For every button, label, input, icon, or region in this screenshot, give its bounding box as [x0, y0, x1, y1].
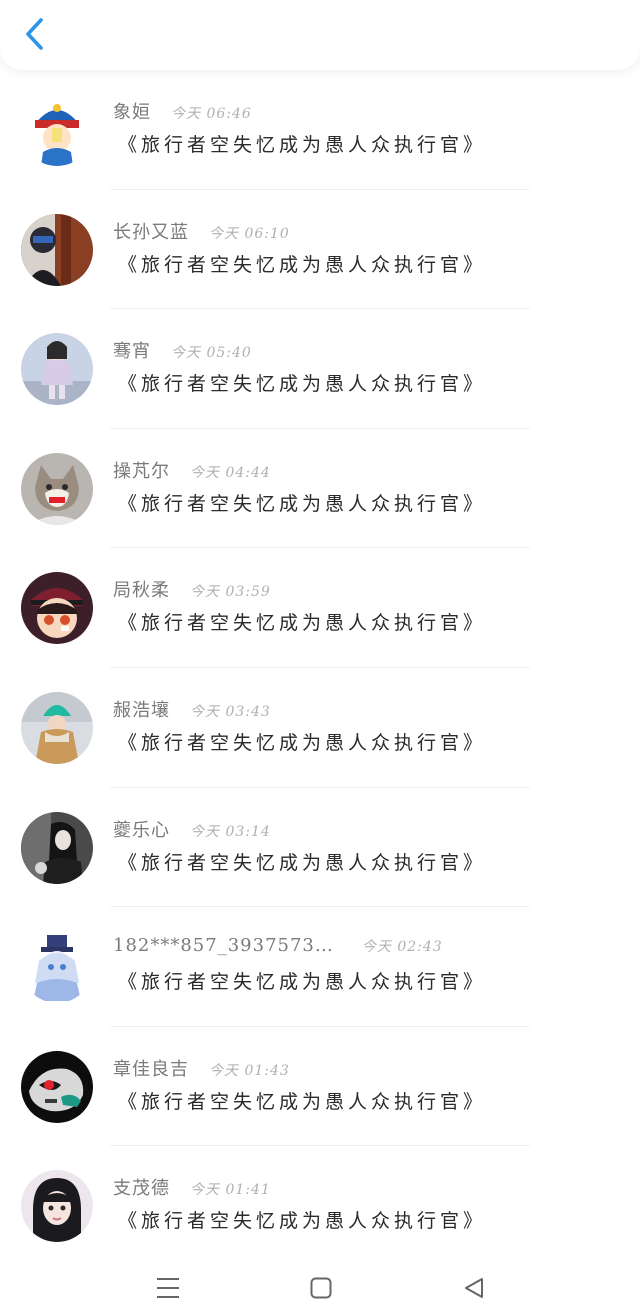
message-time: 今天 03:14	[190, 823, 271, 840]
home-square-icon	[310, 1277, 332, 1299]
message-text: 《旅行者空失忆成为愚人众执行官》	[118, 373, 487, 396]
back-button[interactable]	[18, 16, 52, 52]
message-item[interactable]: 长孙又蓝 今天 06:10 《旅行者空失忆成为愚人众执行官》	[0, 190, 640, 310]
avatar[interactable]	[21, 94, 93, 166]
message-text: 《旅行者空失忆成为愚人众执行官》	[118, 253, 487, 276]
message-item[interactable]: 赧浩壤 今天 03:43 《旅行者空失忆成为愚人众执行官》	[0, 668, 640, 788]
avatar[interactable]	[21, 691, 93, 764]
menu-button[interactable]	[153, 1273, 183, 1303]
message-time: 今天 01:43	[209, 1062, 290, 1079]
avatar[interactable]	[21, 333, 93, 406]
message-item[interactable]: 支茂德 今天 01:41 《旅行者空失忆成为愚人众执行官》	[0, 1146, 640, 1266]
message-time: 今天 04:44	[190, 464, 271, 481]
sender-name: 象姮	[113, 102, 151, 123]
sender-name: 操芃尔	[113, 460, 170, 482]
message-time: 今天 06:46	[171, 106, 252, 122]
back-nav-button[interactable]	[459, 1273, 489, 1303]
message-text: 《旅行者空失忆成为愚人众执行官》	[118, 612, 487, 635]
message-time: 今天 02:43	[361, 939, 443, 956]
avatar[interactable]	[21, 1050, 93, 1123]
avatar[interactable]	[21, 811, 93, 884]
sender-name: 支茂德	[113, 1178, 170, 1200]
avatar[interactable]	[21, 1170, 93, 1243]
sender-name: 182***857_3937573…	[113, 935, 334, 957]
avatar[interactable]	[21, 213, 93, 286]
message-list: 象姮 今天 06:46 《旅行者空失忆成为愚人众执行官》 长孙又蓝 今天 06:…	[0, 70, 640, 1266]
chevron-left-icon	[26, 18, 43, 50]
avatar[interactable]	[21, 572, 93, 645]
message-item[interactable]: 象姮 今天 06:46 《旅行者空失忆成为愚人众执行官》	[0, 70, 640, 190]
sender-name: 赧浩壤	[113, 699, 170, 721]
message-item[interactable]: 章佳良吉 今天 01:43 《旅行者空失忆成为愚人众执行官》	[0, 1027, 640, 1147]
top-bar	[0, 0, 640, 70]
triangle-back-icon	[465, 1278, 483, 1298]
message-text: 《旅行者空失忆成为愚人众执行官》	[118, 1210, 487, 1233]
message-text: 《旅行者空失忆成为愚人众执行官》	[118, 492, 487, 515]
message-item[interactable]: 夔乐心 今天 03:14 《旅行者空失忆成为愚人众执行官》	[0, 788, 640, 908]
message-text: 《旅行者空失忆成为愚人众执行官》	[118, 851, 487, 874]
message-text: 《旅行者空失忆成为愚人众执行官》	[118, 971, 487, 994]
sender-name: 局秋柔	[113, 580, 170, 602]
message-text: 《旅行者空失忆成为愚人众执行官》	[118, 134, 487, 156]
message-text: 《旅行者空失忆成为愚人众执行官》	[118, 1090, 487, 1113]
home-button[interactable]	[306, 1273, 336, 1303]
message-item[interactable]: 骞宵 今天 05:40 《旅行者空失忆成为愚人众执行官》	[0, 309, 640, 429]
message-item[interactable]: 182***857_3937573… 今天 02:43 《旅行者空失忆成为愚人众…	[0, 907, 640, 1027]
message-time: 今天 06:10	[209, 225, 290, 242]
sender-name: 章佳良吉	[113, 1058, 189, 1080]
message-time: 今天 01:41	[190, 1182, 271, 1199]
sender-name: 骞宵	[113, 341, 151, 363]
message-text: 《旅行者空失忆成为愚人众执行官》	[118, 731, 487, 754]
avatar[interactable]	[21, 931, 93, 1004]
sender-name: 长孙又蓝	[113, 221, 189, 243]
system-nav-bar	[0, 1265, 640, 1313]
message-item[interactable]: 操芃尔 今天 04:44 《旅行者空失忆成为愚人众执行官》	[0, 429, 640, 549]
avatar[interactable]	[21, 452, 93, 525]
message-time: 今天 03:59	[190, 584, 271, 601]
menu-icon	[157, 1278, 179, 1298]
message-item[interactable]: 局秋柔 今天 03:59 《旅行者空失忆成为愚人众执行官》	[0, 548, 640, 668]
message-time: 今天 05:40	[171, 345, 252, 362]
message-time: 今天 03:43	[190, 703, 271, 720]
sender-name: 夔乐心	[113, 819, 170, 841]
